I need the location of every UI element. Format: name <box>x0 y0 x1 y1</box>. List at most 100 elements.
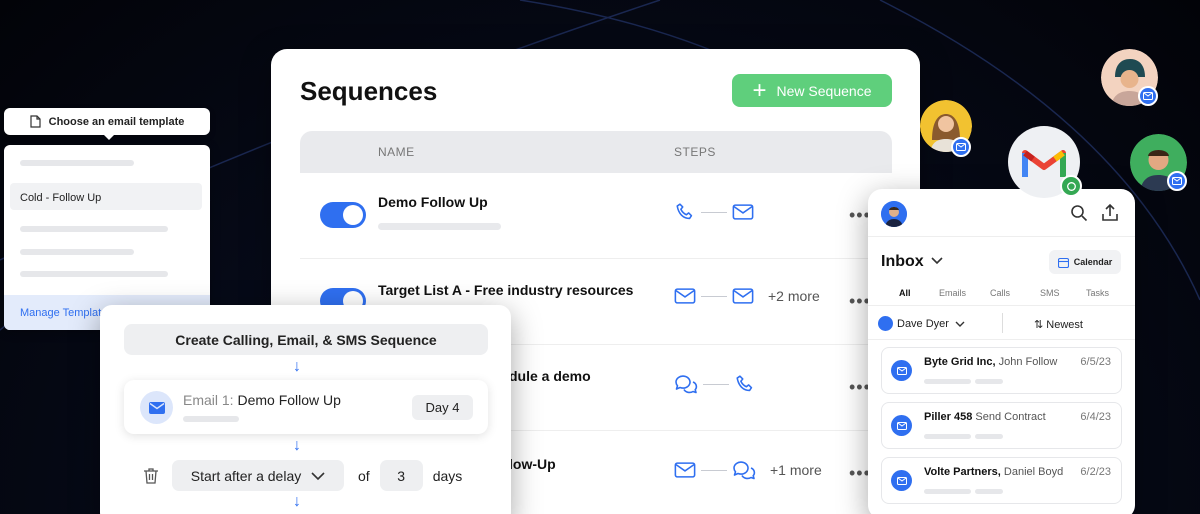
divider <box>1002 313 1003 333</box>
placeholder-bar <box>183 416 239 422</box>
chevron-down-icon <box>311 471 325 480</box>
create-sequence-panel: Create Calling, Email, & SMS Sequence ↓ … <box>100 305 511 514</box>
chevron-down-icon <box>955 321 965 327</box>
search-icon[interactable] <box>1070 204 1088 222</box>
column-steps: STEPS <box>674 145 716 159</box>
of-label: of <box>358 467 370 484</box>
inbox-topbar <box>868 189 1135 237</box>
arrow-down-icon: ↓ <box>293 493 301 510</box>
new-sequence-label: New Sequence <box>776 82 872 99</box>
sequence-name: Target List A - Free industry resources <box>378 282 634 298</box>
inbox-filters: Dave Dyer ⇅ Newest <box>868 306 1135 340</box>
tab-emails[interactable]: Emails <box>939 288 966 298</box>
email-step-label: Email 1: Demo Follow Up <box>183 392 341 408</box>
tab-calls[interactable]: Calls <box>990 288 1010 298</box>
step-connector <box>701 295 727 297</box>
message-title: Piller 458 Send Contract <box>924 411 1046 423</box>
inbox-title[interactable]: Inbox <box>881 253 924 271</box>
placeholder-bar <box>924 489 971 494</box>
tab-tasks[interactable]: Tasks <box>1086 288 1109 298</box>
placeholder-bar <box>20 160 134 166</box>
template-item-cold-follow-up[interactable]: Cold - Follow Up <box>10 183 202 210</box>
step-icons: +2 more <box>674 287 820 305</box>
calendar-button[interactable]: Calendar <box>1049 250 1121 274</box>
avatar <box>878 316 893 331</box>
step-icons <box>674 201 754 223</box>
placeholder-bar <box>924 379 971 384</box>
step-icons: +1 more <box>674 459 822 481</box>
avatar[interactable] <box>881 201 907 227</box>
email-step-card[interactable]: Email 1: Demo Follow Up Day 4 <box>124 380 488 434</box>
message-title: Volte Partners, Daniel Boyd <box>924 466 1064 478</box>
mail-icon <box>891 415 912 436</box>
mail-icon <box>732 204 754 220</box>
share-icon[interactable] <box>1101 203 1119 222</box>
sequence-name: low-Up <box>509 456 556 472</box>
mail-badge-icon <box>1167 171 1187 191</box>
sequence-name: Demo Follow Up <box>378 194 488 210</box>
mail-icon <box>891 360 912 381</box>
list-item[interactable]: Volte Partners, Daniel Boyd 6/2/23 <box>881 457 1122 504</box>
mail-badge-icon <box>1138 86 1158 106</box>
delay-days-input[interactable]: 3 <box>379 460 423 491</box>
create-sequence-title: Create Calling, Email, & SMS Sequence <box>124 324 488 355</box>
mail-icon <box>140 391 173 424</box>
choose-template-header[interactable]: Choose an email template <box>4 108 210 140</box>
sequence-toggle[interactable] <box>320 202 366 228</box>
plus-icon: + <box>752 76 767 104</box>
placeholder-bar <box>20 226 168 232</box>
mail-icon <box>891 470 912 491</box>
sync-badge-icon <box>1060 175 1082 197</box>
list-item[interactable]: Piller 458 Send Contract 6/4/23 <box>881 402 1122 449</box>
table-row[interactable]: Demo Follow Up ••• <box>300 173 892 259</box>
chat-icon <box>675 375 698 394</box>
placeholder-bar <box>378 223 501 230</box>
phone-icon <box>676 203 693 220</box>
delay-select[interactable]: Start after a delay <box>172 460 344 491</box>
inbox-tabs: All Emails Calls SMS Tasks <box>868 288 1135 306</box>
sort-button[interactable]: ⇅ Newest <box>1034 318 1083 331</box>
arrow-down-icon: ↓ <box>293 437 301 454</box>
sequence-name: dule a demo <box>509 368 591 384</box>
trash-icon[interactable] <box>140 467 162 485</box>
calendar-label: Calendar <box>1073 257 1113 267</box>
mail-icon <box>732 288 754 304</box>
arrow-down-icon: ↓ <box>293 358 301 375</box>
list-item[interactable]: Byte Grid Inc, John Follow 6/5/23 <box>881 347 1122 394</box>
placeholder-bar <box>20 249 134 255</box>
more-steps-count: +1 more <box>770 462 822 478</box>
inbox-panel: Inbox Calendar All Emails Calls SMS Task… <box>868 189 1135 514</box>
mail-icon <box>674 462 696 478</box>
mail-icon <box>674 288 696 304</box>
choose-template-label: Choose an email template <box>48 115 185 128</box>
message-date: 6/4/23 <box>1080 411 1111 423</box>
chevron-down-icon[interactable] <box>930 253 944 267</box>
column-name: NAME <box>378 145 415 159</box>
delay-select-value: Start after a delay <box>190 467 302 484</box>
message-date: 6/5/23 <box>1080 356 1111 368</box>
placeholder-bar <box>924 434 971 439</box>
placeholder-bar <box>20 271 168 277</box>
new-sequence-button[interactable]: + New Sequence <box>732 74 892 107</box>
mail-badge-icon <box>951 137 971 157</box>
more-steps-count: +2 more <box>768 288 820 304</box>
delay-row: Start after a delay of 3 days <box>140 460 462 491</box>
document-icon <box>30 115 41 128</box>
user-filter[interactable]: Dave Dyer <box>878 316 965 331</box>
sort-arrows-icon: ⇅ <box>1034 319 1044 331</box>
step-connector <box>701 469 727 471</box>
tab-sms[interactable]: SMS <box>1040 288 1060 298</box>
page-title: Sequences <box>300 76 438 106</box>
template-list: Cold - Follow Up Manage Templat <box>4 145 210 330</box>
phone-icon <box>736 375 753 392</box>
placeholder-bar <box>975 489 1003 494</box>
step-icons <box>674 373 756 395</box>
placeholder-bar <box>975 379 1003 384</box>
sort-label: Newest <box>1046 319 1083 331</box>
calendar-icon <box>1057 257 1069 268</box>
tab-all[interactable]: All <box>899 288 911 298</box>
table-header: NAME STEPS <box>300 131 892 173</box>
placeholder-bar <box>975 434 1003 439</box>
day-badge[interactable]: Day 4 <box>412 395 473 420</box>
message-date: 6/2/23 <box>1080 466 1111 478</box>
